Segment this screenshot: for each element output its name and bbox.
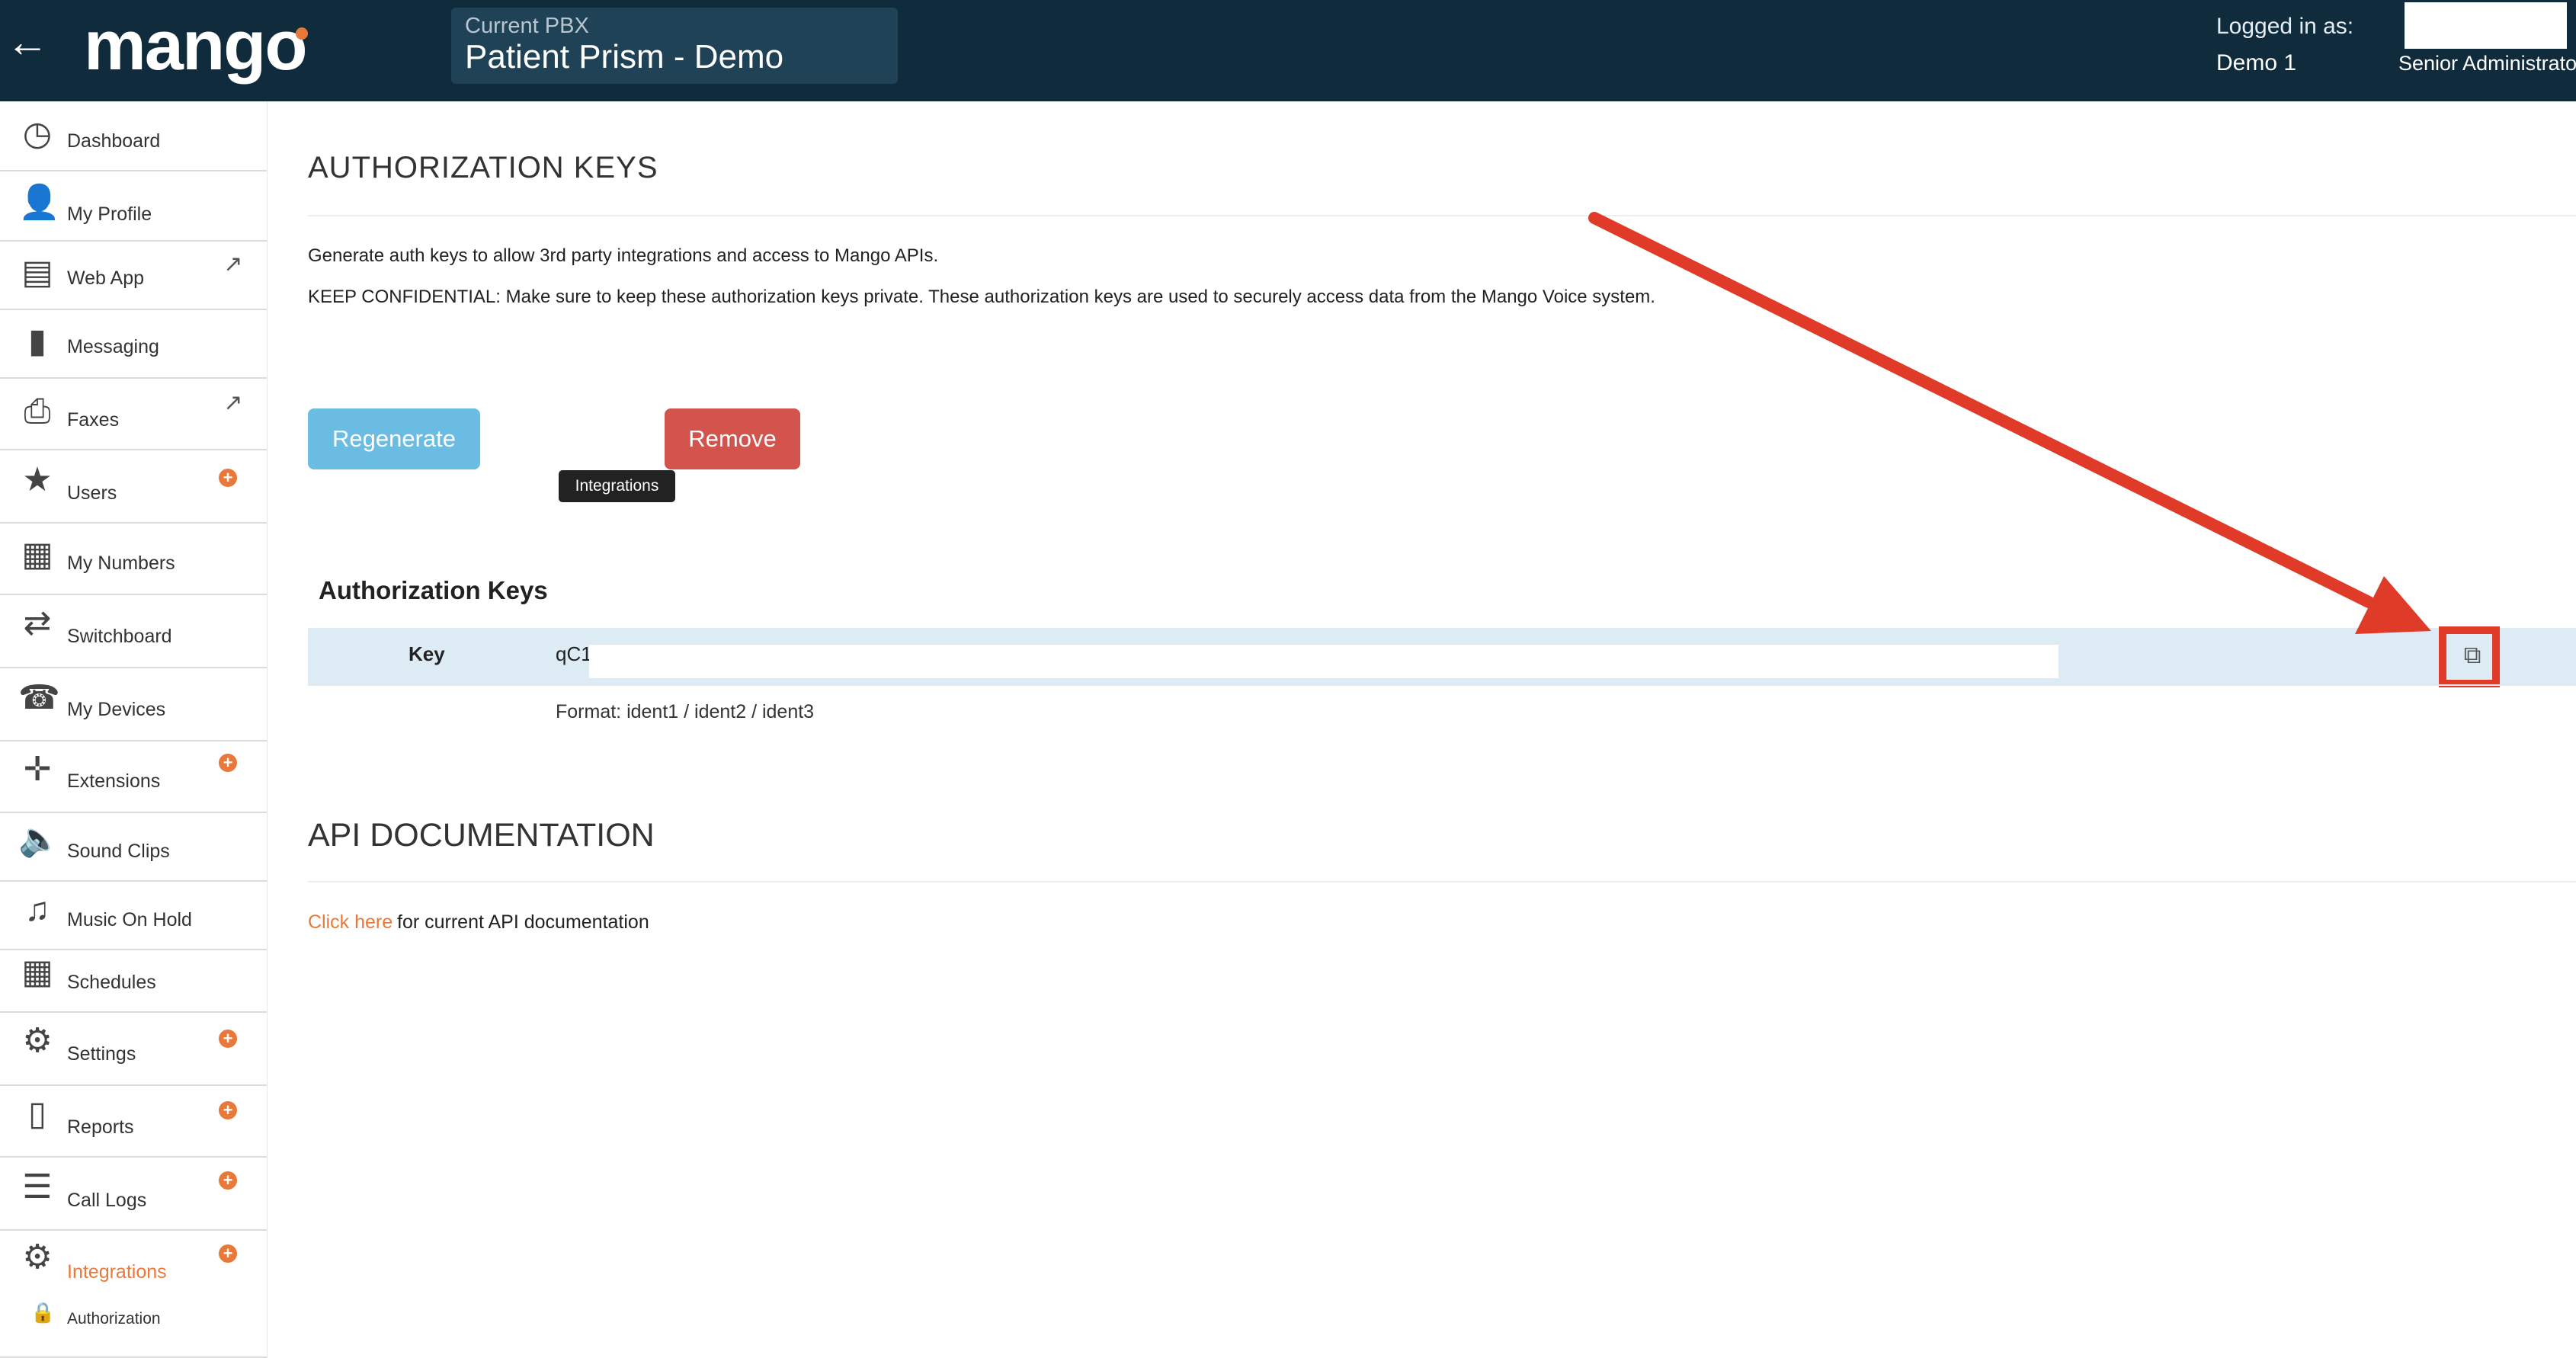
- sidebar-item-my-devices[interactable]: ☎ My Devices: [0, 668, 267, 741]
- sidebar-item-label: Settings: [67, 1043, 136, 1065]
- lock-icon: 🔒: [30, 1301, 56, 1324]
- dashboard-icon: ◷: [22, 115, 53, 152]
- sidebar-item-integrations[interactable]: ⚙ Integrations + 🔒 Authorization: [0, 1231, 267, 1358]
- speech-bubble-icon: ▮: [27, 322, 47, 360]
- sidebar-item-reports[interactable]: ▯ Reports +: [0, 1086, 267, 1158]
- mango-logo: mango: [84, 7, 308, 85]
- confidential-warning: KEEP CONFIDENTIAL: Make sure to keep the…: [308, 287, 1655, 307]
- current-pbx-label: Current PBX: [465, 14, 589, 38]
- transfer-arrows-icon: ⇄: [23, 604, 52, 642]
- key-redaction: [589, 645, 2059, 678]
- sidebar-item-label: Dashboard: [67, 130, 161, 152]
- sidebar-item-my-numbers[interactable]: ▦ My Numbers: [0, 524, 267, 595]
- divider: [308, 684, 2576, 686]
- person-icon: 👤: [18, 184, 60, 221]
- extensions-icon: ✛: [23, 751, 52, 788]
- keypad-icon: ▦: [21, 536, 53, 573]
- description-text: Generate auth keys to allow 3rd party in…: [308, 245, 939, 266]
- sidebar-item-sound-clips[interactable]: 🔈 Sound Clips: [0, 813, 267, 882]
- sidebar-item-label: Integrations: [67, 1261, 167, 1283]
- user-role: Senior Administrator: [2398, 52, 2576, 75]
- user-info-box: [2405, 2, 2567, 49]
- sidebar-item-call-logs[interactable]: ☰ Call Logs +: [0, 1158, 267, 1231]
- printer-icon: ⎙: [24, 392, 51, 430]
- sidebar-item-label: Web App: [67, 267, 145, 289]
- top-header: [0, 0, 2576, 101]
- sidebar-subitem-label: Authorization: [67, 1310, 161, 1328]
- expand-plus-icon[interactable]: +: [219, 1030, 237, 1048]
- page-title: AUTHORIZATION KEYS: [308, 151, 658, 184]
- sidebar-item-label: Sound Clips: [67, 841, 170, 862]
- section-title-authorization-keys: Authorization Keys: [319, 576, 548, 604]
- calendar-icon: ▦: [21, 953, 53, 991]
- tooltip: Integrations: [559, 470, 675, 502]
- speaker-icon: 🔈: [18, 821, 60, 858]
- expand-plus-icon[interactable]: +: [219, 469, 237, 487]
- sidebar-item-label: Extensions: [67, 770, 161, 792]
- api-documentation-title: API DOCUMENTATION: [308, 817, 655, 854]
- expand-plus-icon[interactable]: +: [219, 1101, 237, 1119]
- sidebar-item-label: Schedules: [67, 972, 156, 993]
- logged-in-user: Demo 1: [2216, 50, 2297, 75]
- sidebar-item-messaging[interactable]: ▮ Messaging: [0, 310, 267, 379]
- api-documentation-link[interactable]: Click here: [308, 911, 392, 934]
- current-pbx-name: Patient Prism - Demo: [465, 38, 784, 75]
- regenerate-button[interactable]: Regenerate: [308, 408, 480, 469]
- sidebar-item-label: Messaging: [67, 336, 159, 357]
- sidebar-item-label: My Numbers: [67, 552, 175, 574]
- gear-icon: ⚙: [22, 1238, 53, 1276]
- sidebar-item-extensions[interactable]: ✛ Extensions +: [0, 741, 267, 813]
- remove-button[interactable]: Remove: [665, 408, 800, 469]
- expand-plus-icon[interactable]: +: [219, 1171, 237, 1190]
- sidebar-item-settings[interactable]: ⚙ Settings +: [0, 1013, 267, 1086]
- sidebar-item-switchboard[interactable]: ⇄ Switchboard: [0, 595, 267, 668]
- key-value: qC1: [556, 642, 592, 665]
- chat-window-icon: ▤: [21, 254, 53, 291]
- sidebar-item-dashboard[interactable]: ◷ Dashboard: [0, 101, 267, 171]
- sidebar-item-label: Switchboard: [67, 626, 172, 647]
- key-format-hint: Format: ident1 / ident2 / ident3: [556, 701, 815, 722]
- sidebar-item-label: Users: [67, 482, 117, 504]
- sidebar-item-label: Music On Hold: [67, 909, 192, 930]
- sidebar-item-schedules[interactable]: ▦ Schedules: [0, 950, 267, 1013]
- gear-icon: ⚙: [22, 1022, 53, 1059]
- sidebar-item-label: Reports: [67, 1116, 134, 1138]
- key-label: Key: [409, 642, 445, 665]
- external-link-icon[interactable]: ↗: [219, 389, 247, 417]
- logged-in-label: Logged in as:: [2216, 14, 2354, 39]
- expand-plus-icon[interactable]: +: [219, 1244, 237, 1263]
- sidebar-item-my-profile[interactable]: 👤 My Profile: [0, 171, 267, 242]
- api-documentation-text: for current API documentation: [397, 911, 649, 933]
- external-link-icon[interactable]: ↗: [219, 251, 247, 278]
- sidebar-item-web-app[interactable]: ▤ Web App ↗: [0, 242, 267, 310]
- sidebar: ◷ Dashboard 👤 My Profile ▤ Web App ↗ ▮ M…: [0, 101, 268, 1358]
- logo-accent-dot: [296, 27, 308, 40]
- bar-chart-icon: ▯: [27, 1095, 47, 1132]
- sidebar-item-label: My Devices: [67, 699, 166, 720]
- divider: [308, 215, 2576, 216]
- sidebar-subitem-authorization[interactable]: 🔒 Authorization: [0, 1295, 267, 1340]
- phone-icon: ☎: [18, 679, 60, 716]
- sidebar-item-label: Faxes: [67, 409, 120, 431]
- expand-plus-icon[interactable]: +: [219, 754, 237, 772]
- list-icon: ☰: [22, 1168, 53, 1206]
- sidebar-item-music-on-hold[interactable]: ♫ Music On Hold: [0, 882, 267, 950]
- sidebar-item-users[interactable]: ★ Users +: [0, 450, 267, 524]
- music-note-icon: ♫: [24, 891, 50, 928]
- back-arrow-icon[interactable]: ←: [6, 15, 49, 69]
- sidebar-item-label: My Profile: [67, 203, 152, 225]
- copy-button-highlight: [2439, 626, 2500, 687]
- sidebar-item-label: Call Logs: [67, 1190, 147, 1211]
- sidebar-item-faxes[interactable]: ⎙ Faxes ↗: [0, 379, 267, 450]
- star-icon: ★: [22, 461, 53, 498]
- divider: [308, 881, 2576, 882]
